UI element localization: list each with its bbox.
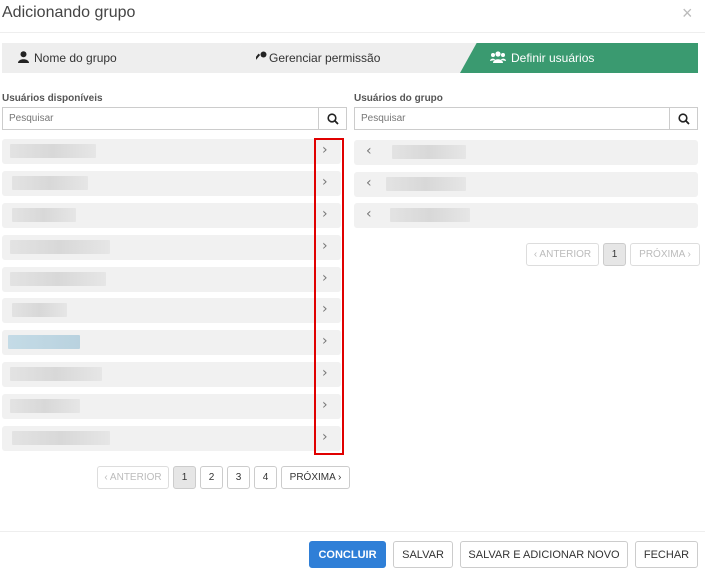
user-name-blurred [390, 208, 470, 222]
step-label: Gerenciar permissão [269, 51, 381, 65]
save-button[interactable]: SALVAR [393, 541, 453, 568]
list-item: › [2, 298, 341, 323]
page-1-button[interactable]: 1 [173, 466, 196, 489]
next-page-button[interactable]: PRÓXIMA › [630, 243, 700, 266]
page-1-button[interactable]: 1 [603, 243, 626, 266]
search-icon[interactable] [669, 108, 697, 129]
step-label: Definir usuários [511, 51, 595, 65]
divider [0, 531, 705, 532]
user-name-blurred [8, 335, 80, 349]
user-name-blurred [12, 431, 110, 445]
next-page-button[interactable]: PRÓXIMA › [281, 466, 350, 489]
list-item: ‹ [354, 172, 698, 197]
user-name-blurred [392, 145, 466, 159]
wizard-steps: Nome do grupo Gerenciar permissão Defini… [2, 43, 698, 73]
search-icon[interactable] [318, 108, 346, 129]
step-definir-usuarios[interactable]: Definir usuários [460, 43, 698, 73]
chevron-left-icon[interactable]: ‹ [366, 206, 372, 222]
list-item: ‹ [354, 140, 698, 165]
chevron-left-icon[interactable]: ‹ [366, 143, 372, 159]
user-name-blurred [10, 399, 80, 413]
list-item: › [2, 267, 341, 292]
user-name-blurred [10, 240, 110, 254]
list-item: ‹ [354, 203, 698, 228]
highlight-box [314, 138, 344, 455]
group-search [354, 107, 698, 130]
users-icon [490, 50, 506, 66]
dialog-title: Adicionando grupo [2, 4, 136, 21]
key-icon [254, 51, 267, 66]
available-search-input[interactable] [3, 108, 318, 129]
list-item: › [2, 139, 341, 164]
close-icon[interactable]: × [682, 3, 693, 24]
conclude-button[interactable]: CONCLUIR [309, 541, 386, 568]
save-and-add-new-button[interactable]: SALVAR E ADICIONAR NOVO [460, 541, 628, 568]
page-3-button[interactable]: 3 [227, 466, 250, 489]
list-item: › [2, 171, 341, 196]
page-4-button[interactable]: 4 [254, 466, 277, 489]
user-name-blurred [10, 367, 102, 381]
group-pagination: ‹ ANTERIOR 1 PRÓXIMA › [526, 243, 700, 266]
list-item: › [2, 426, 341, 451]
chevron-left-icon[interactable]: ‹ [366, 175, 372, 191]
available-search [2, 107, 347, 130]
user-name-blurred [12, 208, 76, 222]
user-name-blurred [10, 272, 106, 286]
group-search-input[interactable] [355, 108, 669, 129]
list-item: › [2, 330, 341, 355]
list-item: › [2, 394, 341, 419]
divider [0, 32, 705, 33]
list-item: › [2, 203, 341, 228]
user-icon [18, 50, 29, 66]
step-gerenciar-permissao[interactable]: Gerenciar permissão [224, 43, 480, 73]
list-item: › [2, 362, 341, 387]
step-label: Nome do grupo [34, 51, 117, 65]
step-nome-do-grupo[interactable]: Nome do grupo [2, 43, 242, 73]
user-name-blurred [12, 303, 67, 317]
available-pagination: ‹ ANTERIOR 1 2 3 4 PRÓXIMA › [97, 466, 350, 489]
prev-page-button[interactable]: ‹ ANTERIOR [97, 466, 169, 489]
close-button[interactable]: FECHAR [635, 541, 698, 568]
user-name-blurred [12, 176, 88, 190]
list-item: › [2, 235, 341, 260]
available-users-label: Usuários disponíveis [2, 93, 103, 104]
prev-page-button[interactable]: ‹ ANTERIOR [526, 243, 599, 266]
user-name-blurred [10, 144, 96, 158]
group-users-label: Usuários do grupo [354, 93, 443, 104]
user-name-blurred [386, 177, 466, 191]
page-2-button[interactable]: 2 [200, 466, 223, 489]
